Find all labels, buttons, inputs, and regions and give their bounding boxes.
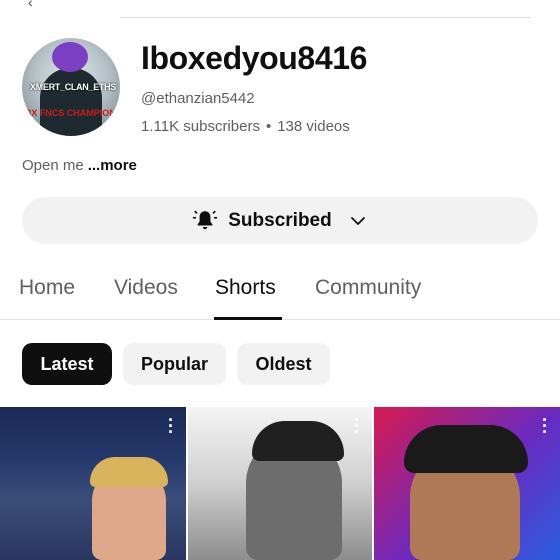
subscriber-count: 1.11K subscribers <box>141 118 260 135</box>
channel-name: Iboxedyou8416 <box>141 40 368 76</box>
more-vert-icon[interactable]: · · · <box>168 411 174 441</box>
tab-shorts[interactable]: Shorts <box>215 276 276 300</box>
more-vert-icon[interactable]: · · · <box>542 411 548 441</box>
channel-stats: 1.11K subscribers • 138 videos <box>141 118 350 135</box>
stats-separator: • <box>265 118 272 135</box>
channel-avatar[interactable]: XMERT_CLAN_ETHS 3X FNCS CHAMPION <box>22 38 120 136</box>
avatar-text-bottom: 3X FNCS CHAMPION <box>26 108 116 118</box>
avatar-text-top: XMERT_CLAN_ETHS <box>29 82 116 92</box>
description-text: Open me <box>22 157 84 174</box>
short-thumbnail[interactable]: · · · <box>188 407 372 560</box>
tab-community[interactable]: Community <box>315 276 421 300</box>
channel-tabs: Home Videos Shorts Community <box>0 268 560 320</box>
bell-ringing-icon <box>193 210 218 229</box>
short-thumbnail[interactable]: · · · <box>0 407 186 560</box>
more-link[interactable]: ...more <box>88 157 137 174</box>
top-divider <box>120 17 530 18</box>
video-count: 138 videos <box>277 118 350 135</box>
chevron-down-icon <box>350 216 365 225</box>
tab-home[interactable]: Home <box>19 276 75 300</box>
filter-latest[interactable]: Latest <box>22 343 112 385</box>
tab-videos[interactable]: Videos <box>114 276 178 300</box>
subscribed-button[interactable]: Subscribed <box>22 197 538 244</box>
channel-handle: @ethanzian5442 <box>141 90 255 107</box>
back-arrow-icon[interactable]: ‹ <box>28 0 33 10</box>
channel-description[interactable]: Open me ...more <box>22 157 137 174</box>
more-vert-icon[interactable]: · · · <box>354 411 360 441</box>
short-thumbnail[interactable]: · · · <box>374 407 560 560</box>
filter-popular[interactable]: Popular <box>123 343 226 385</box>
thumbnail-hair <box>404 425 528 473</box>
devil-emoji-icon <box>52 42 88 72</box>
top-bar: ‹ <box>0 0 560 20</box>
active-tab-indicator <box>214 317 282 320</box>
thumbnail-hair <box>252 421 344 461</box>
subscribed-label: Subscribed <box>228 209 332 231</box>
avatar-figure <box>40 68 102 136</box>
thumbnail-hair <box>90 457 168 487</box>
filter-oldest[interactable]: Oldest <box>237 343 330 385</box>
